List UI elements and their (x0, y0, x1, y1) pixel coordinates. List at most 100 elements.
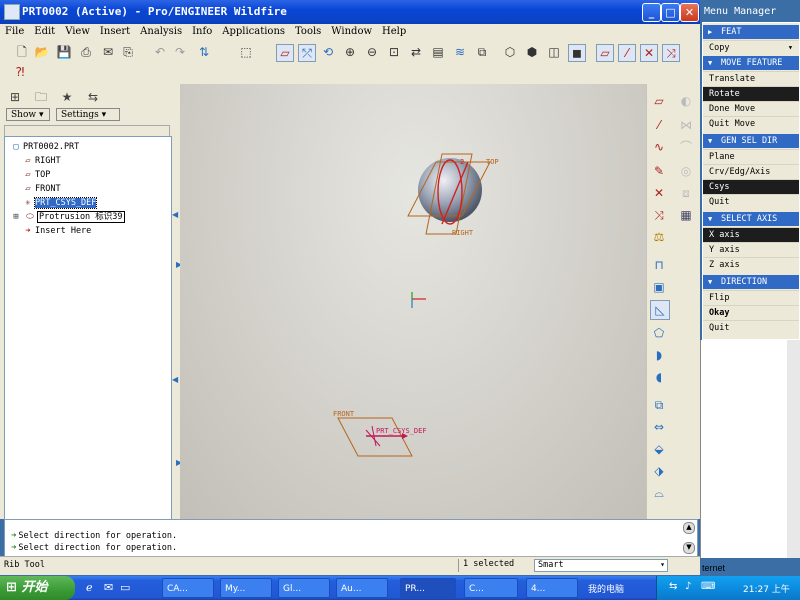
menu-item-csys[interactable]: Csys (703, 179, 799, 194)
connections-tab-icon[interactable]: ⇆ (84, 88, 102, 106)
wireframe-icon[interactable]: ⬡ (502, 44, 518, 60)
menu-insert[interactable]: Insert (95, 24, 135, 37)
scroll-up-icon[interactable]: ▲ (683, 522, 695, 534)
extrude-tool-icon[interactable]: ⊓ (650, 256, 668, 274)
undo-icon[interactable]: ↶ (152, 44, 168, 60)
datum-axes-toggle-icon[interactable]: ⁄ (618, 44, 636, 62)
menu-header-select-axis[interactable]: SELECT AXIS (703, 212, 799, 226)
menu-item-y-axis[interactable]: Y axis (703, 242, 799, 257)
datum-axis-tool-icon[interactable]: ⁄ (650, 116, 668, 134)
menu-header-gen-sel-dir[interactable]: GEN SEL DIR (703, 134, 799, 148)
desktop-icon[interactable]: ▭ (120, 581, 130, 594)
menu-item-flip[interactable]: Flip (703, 290, 799, 305)
menu-window[interactable]: Window (326, 24, 377, 37)
regenerate-icon[interactable]: ⇅ (196, 44, 212, 60)
hole-tool-icon[interactable]: ◎ (677, 162, 695, 180)
show-dropdown[interactable]: Show ▾ (6, 108, 50, 121)
menu-item-quit-direction[interactable]: Quit (703, 320, 799, 335)
menu-header-feat[interactable]: FEAT (703, 25, 799, 39)
clock[interactable]: 21:27 上午 (743, 582, 790, 595)
menu-item-x-axis[interactable]: X axis (703, 227, 799, 242)
graphics-window[interactable]: TOP RIGHT 2 FRONT PRT_CSYS_DEF (180, 84, 646, 519)
scroll-down-icon[interactable]: ▼ (683, 542, 695, 554)
menu-applications[interactable]: Applications (217, 24, 290, 37)
tree-item-csys[interactable]: ✳ PRT_CSYS_DEF (21, 197, 98, 209)
zoom-in-icon[interactable]: ⊕ (342, 44, 358, 60)
csys-tool-icon[interactable]: ⤨ (650, 206, 668, 224)
refit-icon[interactable]: ⊡ (386, 44, 402, 60)
menu-edit[interactable]: Edit (29, 24, 60, 37)
menu-item-copy[interactable]: Copy ▾ (703, 40, 799, 55)
open-folder-icon[interactable]: 📂 (34, 44, 50, 60)
menu-item-rotate[interactable]: Rotate (703, 86, 799, 101)
sketch-tool-icon[interactable]: ✎ (650, 162, 668, 180)
send-icon[interactable]: ⎘ (120, 44, 136, 60)
protrusion-sphere[interactable] (418, 158, 482, 222)
model-tree-tab-icon[interactable]: ⊞ (6, 88, 24, 106)
task-button-active[interactable]: PR... (400, 578, 456, 598)
datum-curve-tool-icon[interactable]: ∿ (650, 138, 668, 156)
menu-view[interactable]: View (60, 24, 95, 37)
datum-plane-display-icon[interactable]: ▱ (276, 44, 294, 62)
blend-tool-icon[interactable]: ⋈ (677, 116, 695, 134)
layers-icon[interactable]: ≋ (452, 44, 468, 60)
sash-arrow-icon[interactable]: ◀ (172, 375, 178, 384)
ie-icon[interactable]: ℯ (86, 581, 93, 594)
print-icon[interactable]: ⎙ (78, 44, 94, 60)
expand-plus-icon[interactable]: ⊞ (9, 211, 23, 223)
start-button[interactable]: ⊞ 开始 (0, 576, 75, 600)
menu-analysis[interactable]: Analysis (135, 24, 187, 37)
menu-item-quit-move[interactable]: Quit Move (703, 116, 799, 131)
sash-arrow-icon[interactable]: ◀ (172, 210, 178, 219)
thicken-tool-icon[interactable]: ⌓ (650, 484, 668, 502)
task-button[interactable]: My... (220, 578, 272, 598)
shell-tool-icon[interactable]: ⧈ (677, 184, 695, 202)
analysis-tool-icon[interactable]: ⚖ (650, 228, 668, 246)
trim-tool-icon[interactable]: ⬗ (650, 462, 668, 480)
chamfer-tool-icon[interactable]: ◗ (650, 346, 668, 364)
menu-item-z-axis[interactable]: Z axis (703, 257, 799, 272)
tree-item-part[interactable]: ▢ PRT0002.PRT (9, 141, 79, 153)
menu-item-okay[interactable]: Okay (703, 305, 799, 320)
tree-item-right[interactable]: ▱ RIGHT (21, 155, 60, 167)
scrollbar[interactable] (787, 340, 800, 558)
task-button[interactable]: CA... (162, 578, 214, 598)
select-box-icon[interactable]: ⬚ (238, 44, 254, 60)
round-tool-icon[interactable]: ▣ (650, 278, 668, 296)
orient-icon[interactable]: ⟲ (320, 44, 336, 60)
maximize-button[interactable]: □ (661, 3, 680, 22)
pattern-tool-icon[interactable]: ▦ (677, 206, 695, 224)
menu-info[interactable]: Info (187, 24, 217, 37)
task-button[interactable]: Au... (336, 578, 388, 598)
context-help-icon[interactable]: ⁈ (12, 64, 28, 80)
tree-item-top[interactable]: ▱ TOP (21, 169, 50, 181)
hidden-line-icon[interactable]: ⬢ (524, 44, 540, 60)
zoom-out-icon[interactable]: ⊖ (364, 44, 380, 60)
rib-tool-icon[interactable]: ◺ (650, 300, 670, 320)
minimize-button[interactable]: _ (642, 3, 661, 22)
menu-item-plane[interactable]: Plane (703, 149, 799, 164)
tree-item-protrusion[interactable]: ⊞ ⬭ Protrusion 标识39 (9, 211, 125, 223)
volume-icon[interactable]: ♪ (685, 581, 691, 592)
datum-points-toggle-icon[interactable]: ✕ (640, 44, 658, 62)
revolve-tool-icon[interactable]: ◐ (677, 92, 695, 110)
network-icon[interactable]: ⇆ (669, 581, 677, 592)
saved-views-icon[interactable]: ▤ (430, 44, 446, 60)
shading-icon[interactable]: ◼ (568, 44, 586, 62)
datum-point-tool-icon[interactable]: ✕ (650, 184, 668, 202)
menu-header-direction[interactable]: DIRECTION (703, 275, 799, 289)
new-file-icon[interactable]: 🗋 (14, 44, 30, 60)
no-hidden-icon[interactable]: ◫ (546, 44, 562, 60)
settings-dropdown[interactable]: Settings ▾ (56, 108, 120, 121)
menu-file[interactable]: File (0, 24, 29, 37)
menu-item-translate[interactable]: Translate (703, 71, 799, 86)
menu-item-done-move[interactable]: Done Move (703, 101, 799, 116)
model-viewport[interactable]: TOP RIGHT 2 FRONT PRT_CSYS_DEF (180, 84, 646, 519)
edge-round-tool-icon[interactable]: ◖ (650, 368, 668, 386)
sweep-tool-icon[interactable]: ⌒ (677, 138, 695, 156)
datum-plane-front[interactable] (337, 417, 413, 457)
menu-item-quit[interactable]: Quit (703, 194, 799, 209)
datum-planes-toggle-icon[interactable]: ▱ (596, 44, 614, 62)
tree-item-front[interactable]: ▱ FRONT (21, 183, 60, 195)
mirror-tool-icon[interactable]: ⇔ (650, 418, 668, 436)
